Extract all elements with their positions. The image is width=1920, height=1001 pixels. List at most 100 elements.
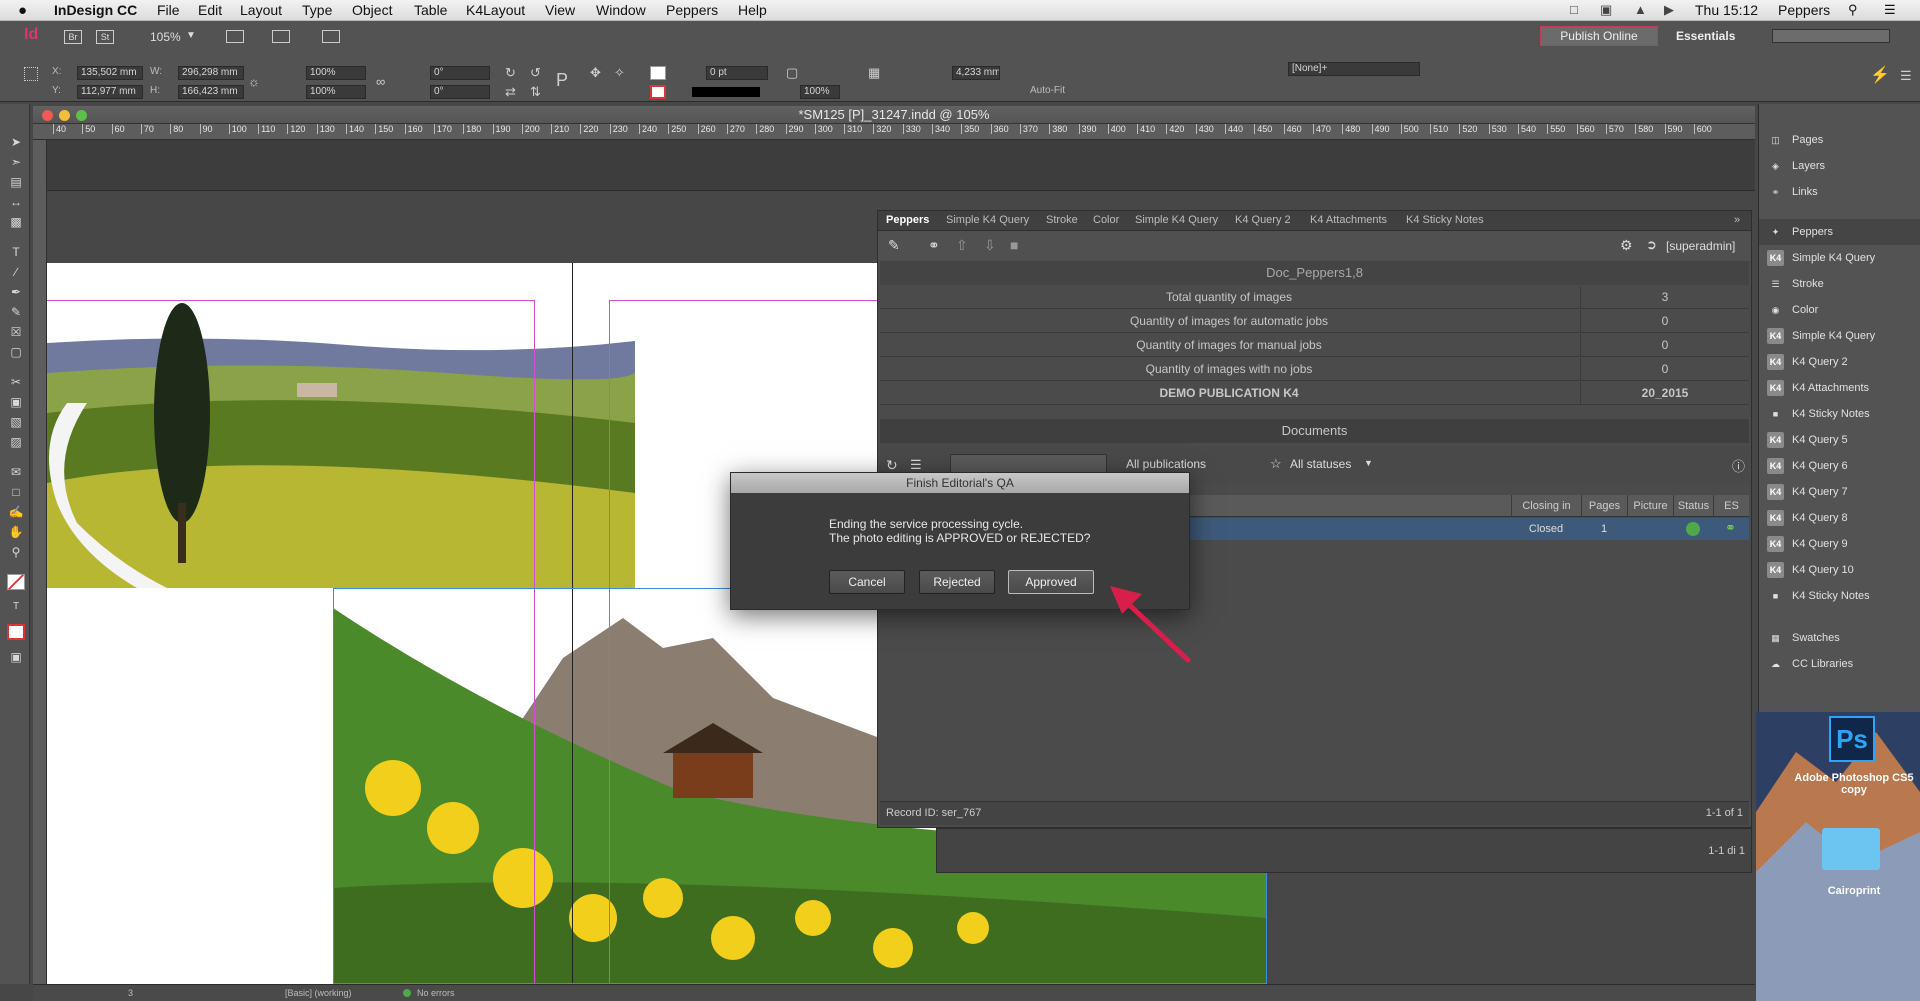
column-header-closing[interactable]: Closing in <box>1511 495 1581 517</box>
panel-item-k4-sticky-notes[interactable]: ■ K4 Sticky Notes <box>1759 401 1920 427</box>
panel-item-peppers[interactable]: ✦ Peppers <box>1759 219 1920 245</box>
link-icon[interactable]: ⚭ <box>928 237 940 254</box>
display-icon[interactable]: ▣ <box>1600 2 1612 18</box>
stroke-swatch-icon[interactable] <box>650 85 666 99</box>
wifi-icon[interactable]: ▲ <box>1634 2 1647 17</box>
vertical-ruler[interactable] <box>33 140 47 984</box>
constrain-proportions-icon[interactable]: ☼ <box>248 75 260 89</box>
brush-icon[interactable]: ✎ <box>888 237 900 254</box>
reference-point-icon[interactable] <box>24 67 38 81</box>
apply-none-icon[interactable] <box>7 624 25 640</box>
select-content-icon[interactable]: ✧ <box>614 66 625 80</box>
panel-item-swatches[interactable]: ▦ Swatches <box>1759 625 1920 651</box>
documents-search-input[interactable] <box>950 454 1107 474</box>
hand-tool-icon[interactable]: ✋ <box>7 524 25 540</box>
panel-item-k4-query-2[interactable]: K4 K4 Query 2 <box>1759 349 1920 375</box>
menu-peppers[interactable]: Peppers <box>666 2 718 18</box>
working-mode[interactable]: [Basic] (working) <box>285 988 352 998</box>
shear-angle-field[interactable]: 0° <box>430 85 490 99</box>
note-tool-icon[interactable]: ✉ <box>7 464 25 480</box>
menu-view[interactable]: View <box>545 2 575 18</box>
app-name-menu[interactable]: InDesign CC <box>54 2 137 18</box>
apple-icon[interactable]: ● <box>18 2 27 19</box>
panel-item-k4-query-10[interactable]: K4 K4 Query 10 <box>1759 557 1920 583</box>
height-field[interactable]: 166,423 mm <box>178 85 244 99</box>
preflight-errors[interactable]: No errors <box>417 988 455 998</box>
bridge-button[interactable]: Br <box>64 30 82 44</box>
close-window-icon[interactable] <box>42 110 53 121</box>
tab-simple-k4-query[interactable]: Simple K4 Query <box>946 214 1029 226</box>
direct-selection-tool-icon[interactable]: ➣ <box>7 154 25 170</box>
width-field[interactable]: 296,298 mm <box>178 66 244 80</box>
folder-icon[interactable]: ■ <box>1010 237 1018 253</box>
screen-mode-icon[interactable] <box>272 30 290 43</box>
content-collector-icon[interactable]: ▩ <box>7 214 25 230</box>
fill-stroke-swatch-icon[interactable] <box>7 574 25 590</box>
desktop-item-cairoprint[interactable]: Cairoprint <box>1794 885 1914 897</box>
tab-k4-sticky-notes[interactable]: K4 Sticky Notes <box>1406 214 1484 226</box>
menubar-clock[interactable]: Thu 15:12 <box>1695 2 1758 18</box>
scale-x-field[interactable]: 100% <box>306 66 366 80</box>
page-tool-icon[interactable]: ▤ <box>7 174 25 190</box>
zoom-level-select[interactable]: 105% <box>150 30 181 44</box>
view-options-icon[interactable] <box>226 30 244 43</box>
menu-file[interactable]: File <box>157 2 180 18</box>
column-header-es[interactable]: ES <box>1713 495 1749 517</box>
tab-peppers[interactable]: Peppers <box>886 214 929 226</box>
notification-center-icon[interactable]: ☰ <box>1884 2 1896 18</box>
volume-icon[interactable]: ▶ <box>1664 2 1674 18</box>
tab-k4-attachments[interactable]: K4 Attachments <box>1310 214 1387 226</box>
publish-online-button[interactable]: Publish Online <box>1540 26 1658 46</box>
panel-item-k4-query-8[interactable]: K4 K4 Query 8 <box>1759 505 1920 531</box>
panel-menu-icon[interactable]: ☰ <box>1900 69 1912 83</box>
landscape-image-tuscany[interactable] <box>47 263 635 588</box>
photoshop-app-icon[interactable]: Ps <box>1829 716 1875 762</box>
object-style-select[interactable]: [None]+ <box>1288 62 1420 76</box>
horizontal-ruler[interactable]: 40 50 60 70 80 90 100 110 120 130 140 150 160 170 180 1… <box>33 124 1755 140</box>
scale-y-field[interactable]: 100% <box>306 85 366 99</box>
panel-item-k4-sticky-notes-2[interactable]: ■ K4 Sticky Notes <box>1759 583 1920 609</box>
rotate-ccw-icon[interactable]: ↺ <box>530 66 541 80</box>
column-header-pages[interactable]: Pages <box>1581 495 1627 517</box>
column-header-status[interactable]: Status <box>1673 495 1713 517</box>
rectangle-tool-icon[interactable]: ▢ <box>7 344 25 360</box>
screen-mode-tool-icon[interactable]: ▣ <box>7 649 25 665</box>
gear-icon[interactable]: ⚙ <box>1620 237 1633 254</box>
opacity-field[interactable]: 100% <box>800 85 840 99</box>
panel-item-layers[interactable]: ◈ Layers <box>1759 153 1920 179</box>
tab-simple-k4-query-2[interactable]: Simple K4 Query <box>1135 214 1218 226</box>
status-filter[interactable]: All statuses <box>1290 457 1351 471</box>
panel-item-k4-query-7[interactable]: K4 K4 Query 7 <box>1759 479 1920 505</box>
lightning-icon[interactable]: ⚡ <box>1870 68 1890 84</box>
panel-item-k4-attachments[interactable]: K4 K4 Attachments <box>1759 375 1920 401</box>
tab-stroke[interactable]: Stroke <box>1046 214 1078 226</box>
columns-icon[interactable]: ☰ <box>910 457 922 473</box>
panel-item-stroke[interactable]: ☰ Stroke <box>1759 271 1920 297</box>
panel-item-links[interactable]: ⚭ Links <box>1759 179 1920 205</box>
fill-swatch-icon[interactable] <box>650 66 666 80</box>
y-position-field[interactable]: 112,977 mm <box>77 85 143 99</box>
pencil-tool-icon[interactable]: ✎ <box>7 304 25 320</box>
info-icon[interactable]: ⓘ <box>1732 456 1745 475</box>
cancel-button[interactable]: Cancel <box>829 570 905 594</box>
page-number-field[interactable]: 3 <box>128 988 133 998</box>
stock-button[interactable]: St <box>96 30 114 44</box>
select-container-icon[interactable]: ✥ <box>590 66 601 80</box>
rotate-cw-icon[interactable]: ↻ <box>505 66 516 80</box>
maximize-window-icon[interactable] <box>76 110 87 121</box>
panel-item-pages[interactable]: ◫ Pages <box>1759 127 1920 153</box>
gap-tool-icon[interactable]: ↔ <box>7 194 25 210</box>
pen-tool-icon[interactable]: ✒ <box>7 284 25 300</box>
scissors-tool-icon[interactable]: ✂ <box>7 374 25 390</box>
gradient-swatch-tool-icon[interactable]: ▧ <box>7 414 25 430</box>
line-tool-icon[interactable]: ∕ <box>7 264 25 280</box>
arrange-documents-icon[interactable] <box>322 30 340 43</box>
star-icon[interactable]: ☆ <box>1270 456 1282 472</box>
selection-tool-icon[interactable]: ➤ <box>7 134 25 150</box>
approved-button[interactable]: Approved <box>1008 570 1094 594</box>
column-header-picture[interactable]: Picture <box>1627 495 1673 517</box>
rotation-angle-field[interactable]: 0° <box>430 66 490 80</box>
flip-horizontal-icon[interactable]: ⇄ <box>505 85 516 99</box>
type-tool-icon[interactable]: T <box>7 244 25 260</box>
drop-shadow-icon[interactable]: ▢ <box>786 66 798 80</box>
